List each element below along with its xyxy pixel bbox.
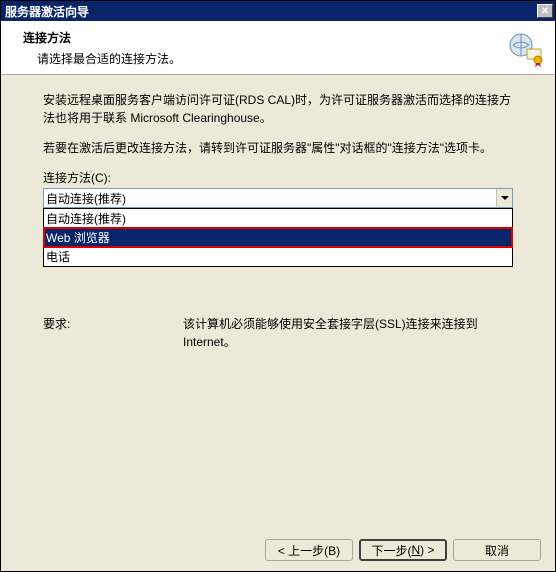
close-button[interactable]: ✕ — [537, 4, 553, 18]
connection-method-dropdown: 自动连接(推荐) Web 浏览器 电话 — [43, 208, 513, 267]
header-subtitle: 请选择最合适的连接方法。 — [23, 50, 541, 67]
wizard-window: 服务器激活向导 ✕ 连接方法 请选择最合适的连接方法。 安装远程桌面服务客户端访… — [0, 0, 556, 572]
chevron-down-icon — [496, 189, 512, 207]
paragraph-1: 安装远程桌面服务客户端访问许可证(RDS CAL)时，为许可证服务器激活而选择的… — [43, 91, 513, 127]
certificate-icon — [509, 33, 543, 67]
combo-label: 连接方法(C): — [43, 169, 513, 186]
combo-selected-text: 自动连接(推荐) — [46, 190, 126, 207]
header-panel: 连接方法 请选择最合适的连接方法。 — [1, 21, 555, 75]
back-button[interactable]: < 上一步(B) — [265, 539, 353, 561]
requirements-block: 要求: 该计算机必须能够使用安全套接字层(SSL)连接来连接到 Internet… — [43, 315, 513, 351]
next-button[interactable]: 下一步(N) > — [359, 539, 447, 561]
option-web[interactable]: Web 浏览器 — [44, 228, 512, 247]
footer-buttons: < 上一步(B) 下一步(N) > 取消 — [265, 539, 541, 561]
window-title: 服务器激活向导 — [5, 3, 89, 20]
connection-method-combo[interactable]: 自动连接(推荐) — [43, 188, 513, 208]
paragraph-2: 若要在激活后更改连接方法，请转到许可证服务器"属性"对话框的"连接方法"选项卡。 — [43, 139, 513, 157]
requirements-label: 要求: — [43, 315, 183, 351]
option-phone[interactable]: 电话 — [44, 247, 512, 266]
requirements-text: 该计算机必须能够使用安全套接字层(SSL)连接来连接到 Internet。 — [183, 315, 513, 351]
content-area: 安装远程桌面服务客户端访问许可证(RDS CAL)时，为许可证服务器激活而选择的… — [1, 75, 555, 351]
option-auto[interactable]: 自动连接(推荐) — [44, 209, 512, 228]
cancel-button[interactable]: 取消 — [453, 539, 541, 561]
header-title: 连接方法 — [23, 29, 541, 46]
titlebar: 服务器激活向导 ✕ — [1, 1, 555, 21]
